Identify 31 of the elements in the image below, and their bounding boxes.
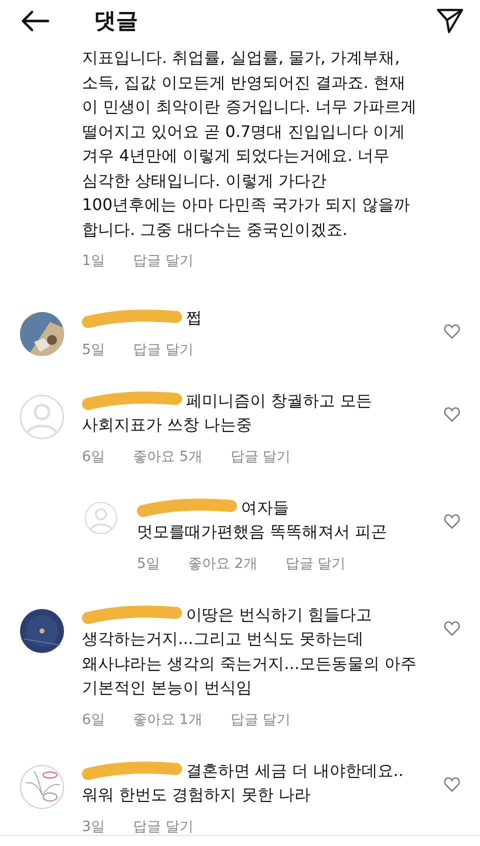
like-count[interactable]: 좋아요 2개: [188, 554, 258, 572]
back-icon[interactable]: [20, 10, 50, 32]
heart-icon[interactable]: [444, 324, 460, 339]
heart-icon[interactable]: [444, 514, 460, 528]
avatar[interactable]: [20, 312, 64, 356]
heart-icon[interactable]: [444, 406, 460, 422]
comment-text: 이땅은 번식하기 힘들다고 생각하는거지...그리고 번식도 못하는데 왜사냐라는 생각의 죽는거지...모든동물의 아주 기본적인 본능이 번식임: [82, 604, 417, 697]
comment-text: 지표입니다. 취업률, 실업률, 물가, 가계부채, 소득, 집값 이모든게 반영되어진 결과죠. 현재 이 민생이 최악이란 증거입니다. 너무 가파르게 떨어지고 있어요 곧 0.7명대 진입입니다 이게 겨우 4년만에 이렇게 되었다는거에요. 너무 심각한 상태입니다. 이렇게 가다간 100년후에는 아마 다민족 국가가 되지 않을까 합니다. 그중 대다수는 중국인이겠죠.: [82, 48, 417, 238]
comment-time: 5일: [82, 340, 105, 358]
reply-link[interactable]: 답글 달기: [132, 252, 194, 270]
comment-time: 3일: [82, 818, 105, 836]
comment-text: 여자들 멋모를때가편했음 똑똑해져서 피곤: [137, 498, 388, 541]
heart-icon[interactable]: [444, 776, 460, 792]
like-count[interactable]: 좋아요 5개: [132, 448, 202, 466]
reply-link[interactable]: 답글 달기: [132, 340, 194, 358]
reply-link[interactable]: 답글 달기: [285, 554, 346, 572]
like-count[interactable]: 좋아요 1개: [132, 710, 202, 728]
comment-text: 결혼하면 세금 더 내야한데요.. 워워 한번도 경험하지 못한 나라: [82, 760, 404, 804]
comment-time: 6일: [82, 710, 105, 728]
comment-text: 쩝: [186, 308, 202, 327]
avatar[interactable]: [20, 608, 64, 652]
comment-time: 6일: [82, 448, 105, 466]
reply-link[interactable]: 답글 달기: [230, 710, 291, 728]
reply-link[interactable]: 답글 달기: [230, 448, 291, 466]
heart-icon[interactable]: [444, 620, 460, 636]
send-icon[interactable]: [436, 8, 464, 34]
comment-time: 1일: [82, 252, 105, 270]
page-title: 댓글: [94, 8, 139, 36]
comment-text: 페미니즘이 창궐하고 모든 사회지표가 쓰창 나는중: [82, 390, 372, 434]
reply-link[interactable]: 답글 달기: [132, 818, 194, 836]
comment-time: 5일: [137, 554, 160, 572]
